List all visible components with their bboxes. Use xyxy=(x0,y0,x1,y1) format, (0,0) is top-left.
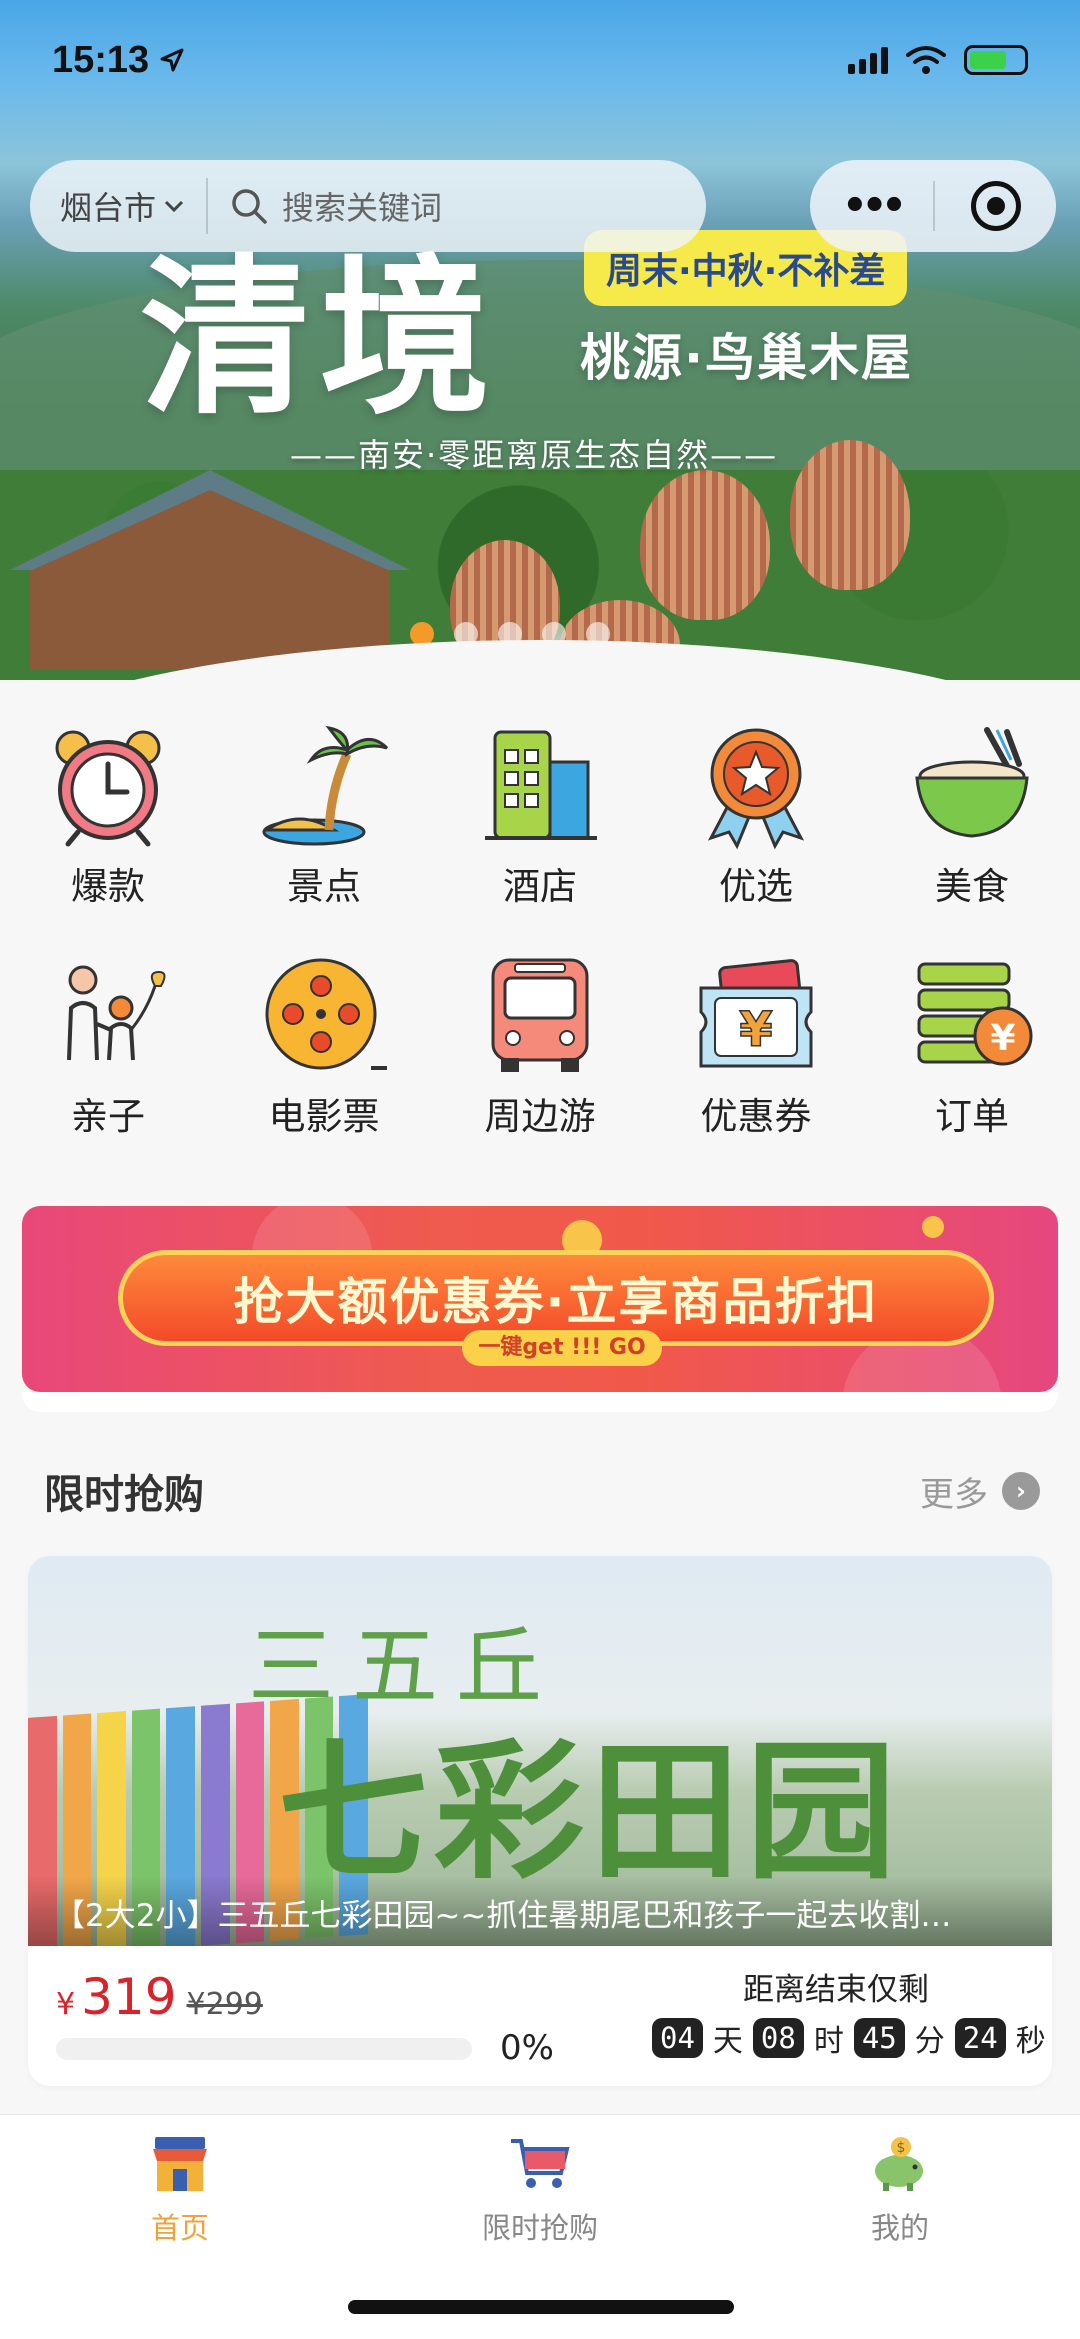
category-label: 优惠券 xyxy=(700,1095,812,1138)
miniprogram-capsule: ••• xyxy=(810,160,1056,252)
category-orders[interactable]: ¥ 订单 xyxy=(864,950,1080,1140)
banner-nest xyxy=(640,470,770,620)
cellular-signal-icon xyxy=(848,46,888,74)
target-icon xyxy=(970,181,1021,231)
city-selector[interactable]: 烟台市 xyxy=(60,178,209,234)
chevron-right-icon: › xyxy=(1002,1472,1040,1510)
tab-label: 限时抢购 xyxy=(481,2211,598,2245)
location-arrow-icon xyxy=(160,48,184,72)
countdown-label: 距离结束仅剩 xyxy=(743,1972,929,2008)
svg-text:¥: ¥ xyxy=(990,1018,1015,1059)
category-selected[interactable]: 优选 xyxy=(648,720,864,910)
city-name: 烟台市 xyxy=(60,189,157,227)
status-bar: 15:13 xyxy=(0,0,1080,120)
original-price: ¥299 xyxy=(186,1987,263,2022)
family-icon xyxy=(67,965,166,1061)
product-image: 三五丘 七彩田园 【2大2小】三五丘七彩田园~~抓住暑期尾巴和孩子一起去收割… xyxy=(28,1556,1052,1946)
tab-label: 首页 xyxy=(150,2211,209,2245)
tab-flash-sale[interactable]: 限时抢购 xyxy=(410,2133,670,2247)
category-food[interactable]: 美食 xyxy=(864,720,1080,910)
search-placeholder: 搜索关键词 xyxy=(282,189,443,227)
flash-sale-product-card[interactable]: 三五丘 七彩田园 【2大2小】三五丘七彩田园~~抓住暑期尾巴和孩子一起去收割… … xyxy=(28,1556,1052,2086)
search-icon xyxy=(232,189,267,224)
category-movie[interactable]: 电影票 xyxy=(216,950,432,1140)
countdown-unit: 分 xyxy=(914,2024,945,2059)
category-label: 酒店 xyxy=(503,865,577,908)
battery-icon xyxy=(964,45,1028,75)
category-label: 爆款 xyxy=(71,865,145,908)
countdown-timer: 04 天 08 时 45 分 24 秒 xyxy=(652,2016,1046,2060)
alarm-clock-icon xyxy=(55,730,161,847)
search-bar[interactable]: 烟台市 搜索关键词 xyxy=(30,160,706,252)
countdown-unit: 秒 xyxy=(1015,2024,1046,2059)
shop-icon xyxy=(153,2137,207,2191)
coupon-get-button[interactable]: 一键get !!! GO xyxy=(462,1330,662,1366)
close-miniprogram-button[interactable] xyxy=(935,181,1056,231)
category-label: 景点 xyxy=(287,865,361,908)
category-label: 优选 xyxy=(719,865,793,908)
piggy-bank-icon: $ xyxy=(875,2137,923,2191)
flash-sale-header: 限时抢购 更多 › xyxy=(44,1462,1040,1520)
category-coupons[interactable]: ¥ 优惠券 xyxy=(648,950,864,1140)
more-menu-button[interactable]: ••• xyxy=(810,183,933,229)
countdown-unit: 时 xyxy=(813,2024,844,2059)
film-reel-icon xyxy=(265,958,387,1070)
search-input[interactable]: 搜索关键词 xyxy=(230,183,442,229)
banner-nest xyxy=(790,440,910,590)
category-family[interactable]: 亲子 xyxy=(0,950,216,1140)
banner-title: 桃源·鸟巢木屋 xyxy=(580,329,913,387)
svg-text:¥: ¥ xyxy=(739,1002,772,1058)
countdown-hours: 08 xyxy=(752,2018,804,2058)
coupon-promo-banner[interactable]: 抢大额优惠券·立享商品折扣 一键get !!! GO xyxy=(22,1206,1058,1392)
sold-progress-bar xyxy=(56,2038,472,2060)
building-icon xyxy=(485,730,597,840)
more-link[interactable]: 更多 › xyxy=(920,1467,1040,1516)
category-hotel[interactable]: 酒店 xyxy=(432,720,648,910)
home-indicator xyxy=(348,2300,734,2314)
svg-text:$: $ xyxy=(897,2140,906,2156)
chevron-down-icon xyxy=(164,200,184,213)
countdown-minutes: 45 xyxy=(853,2018,905,2058)
category-hot[interactable]: 爆款 xyxy=(0,720,216,910)
category-grid: 爆款 景点 酒店 优选 美食 亲子 电影票 周边游 ¥ 优惠券 ¥ 订单 xyxy=(0,700,1080,1140)
price-row: ¥ 319 ¥299 xyxy=(56,1968,263,2026)
category-label: 订单 xyxy=(935,1095,1009,1138)
coin-decoration xyxy=(922,1216,944,1238)
currency-symbol: ¥ xyxy=(56,1987,76,2022)
yen-ticket-icon: ¥ xyxy=(699,959,813,1068)
coupon-banner-footer xyxy=(22,1392,1058,1412)
category-attractions[interactable]: 景点 xyxy=(216,720,432,910)
cart-icon xyxy=(511,2139,570,2188)
tab-home[interactable]: 首页 xyxy=(50,2133,310,2247)
medal-star-icon xyxy=(707,728,805,850)
category-label: 美食 xyxy=(935,865,1009,908)
sold-percent: 0% xyxy=(500,2028,554,2068)
banner-subtitle: ——南安·零距离原生态自然—— xyxy=(290,436,779,474)
section-title: 限时抢购 xyxy=(44,1472,204,1518)
tab-mine[interactable]: $ 我的 xyxy=(770,2133,1030,2247)
category-label: 周边游 xyxy=(484,1095,596,1138)
food-bowl-icon xyxy=(915,727,1029,838)
category-label: 亲子 xyxy=(71,1095,145,1138)
category-nearby-tour[interactable]: 周边游 xyxy=(432,950,648,1140)
product-caption: 【2大2小】三五丘七彩田园~~抓住暑期尾巴和孩子一起去收割… xyxy=(28,1876,1052,1946)
status-time: 15:13 xyxy=(52,38,150,81)
palm-island-icon xyxy=(262,725,389,846)
wifi-icon xyxy=(906,46,946,74)
coin-stack-icon: ¥ xyxy=(917,962,1033,1066)
more-label: 更多 xyxy=(920,1474,988,1515)
countdown-unit: 天 xyxy=(712,2024,743,2059)
countdown-days: 04 xyxy=(652,2018,703,2058)
bus-icon xyxy=(491,958,589,1072)
countdown-seconds: 24 xyxy=(954,2018,1006,2058)
sale-price: 319 xyxy=(81,1968,177,2026)
tab-label: 我的 xyxy=(870,2211,929,2245)
category-label: 电影票 xyxy=(268,1095,380,1138)
